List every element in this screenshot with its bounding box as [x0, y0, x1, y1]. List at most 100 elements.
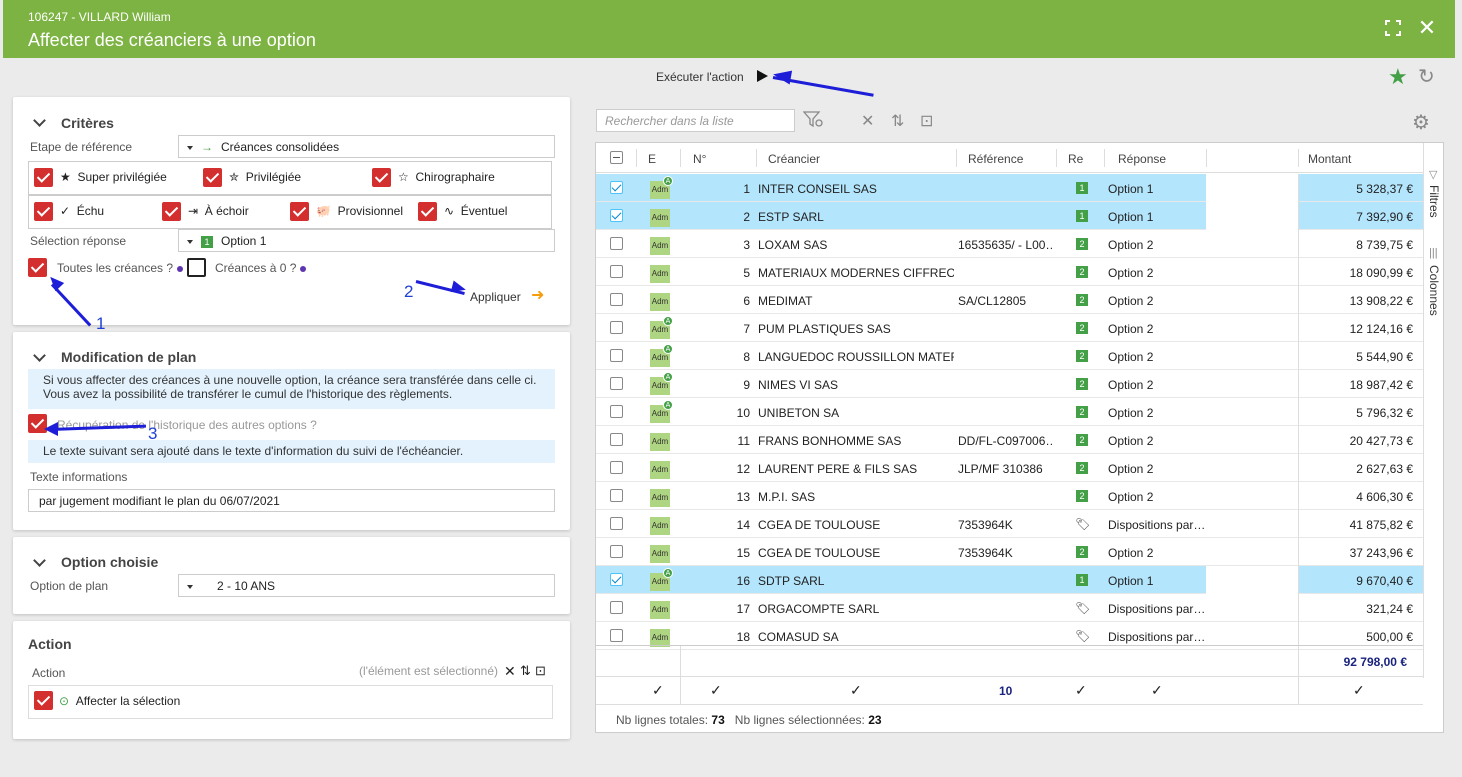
option-badge: 2	[1076, 350, 1088, 362]
arrow-right-icon[interactable]: ➜	[531, 288, 544, 304]
columns-icon[interactable]: |||	[1429, 247, 1438, 259]
row-checkbox[interactable]	[610, 209, 623, 222]
table-row[interactable]: Adm A 10 UNIBETON SA 2 Option 2 5 796,32 €	[596, 398, 1423, 426]
table-row[interactable]: Adm 15 CGEA DE TOULOUSE 7353964K 2 Option 2 37…	[596, 538, 1423, 566]
texte-informations-input[interactable]: par jugement modifiant le plan du 06/07/…	[28, 489, 555, 512]
help-icon[interactable]	[177, 265, 184, 272]
table-row[interactable]: Adm 12 LAURENT PERE & FILS SAS JLP/MF 31038…	[596, 454, 1423, 482]
gear-icon[interactable]: ⚙	[1412, 110, 1430, 135]
header-creancier[interactable]: Créancier	[768, 152, 820, 166]
header-montant[interactable]: Montant	[1308, 152, 1351, 166]
filter-icon[interactable]: ▽	[1429, 168, 1437, 181]
eventuel-checkbox[interactable]	[418, 202, 437, 221]
super-privilegiee-option: ★ Super privilégiée	[60, 170, 167, 184]
play-icon[interactable]	[757, 70, 768, 82]
close-icon[interactable]: ✕	[1415, 16, 1439, 40]
clear-icon[interactable]: ✕	[861, 111, 874, 131]
chevron-down-icon[interactable]	[33, 349, 46, 362]
row-checkbox[interactable]	[610, 349, 623, 362]
table-row[interactable]: Adm 3 LOXAM SAS 16535635/ - L00… 2 Option 2 8 …	[596, 230, 1423, 258]
row-checkbox[interactable]	[610, 433, 623, 446]
row-checkbox[interactable]	[610, 377, 623, 390]
table-row[interactable]: Adm 6 MEDIMAT SA/CL12805 2 Option 2 13 908,22 …	[596, 286, 1423, 314]
table-row[interactable]: Adm 2 ESTP SARL 1 Option 1 7 392,90 €	[596, 202, 1423, 230]
row-checkbox[interactable]	[610, 601, 623, 614]
select-all-icon[interactable]: ⊡	[920, 111, 933, 131]
row-montant: 12 124,16 €	[1349, 322, 1413, 336]
apply-button[interactable]: Appliquer	[470, 290, 521, 304]
adm-badge: Adm	[650, 601, 670, 619]
row-checkbox[interactable]	[610, 629, 623, 642]
row-checkbox[interactable]	[610, 489, 623, 502]
header-reference[interactable]: Référence	[968, 152, 1023, 166]
star-icon[interactable]: ★	[1388, 64, 1408, 90]
table-row[interactable]: Adm A 9 NIMES VI SAS 2 Option 2 18 987,42 €	[596, 370, 1423, 398]
option-de-plan-select[interactable]: 2 - 10 ANS	[178, 574, 555, 597]
colonnes-tab[interactable]: Colonnes	[1427, 265, 1441, 316]
affecter-checkbox[interactable]	[34, 691, 53, 710]
etape-value: Créances consolidées	[221, 140, 340, 154]
row-reponse: Option 2	[1108, 294, 1154, 308]
header-e[interactable]: E	[648, 152, 656, 166]
clear-icon[interactable]: ✕	[504, 663, 516, 680]
affecter-action-item[interactable]: ⊙ Affecter la sélection	[59, 694, 180, 708]
row-checkbox[interactable]	[610, 265, 623, 278]
piggy-bank-icon: 🐖	[316, 204, 331, 218]
header-reponse[interactable]: Réponse	[1118, 152, 1166, 166]
fullscreen-icon[interactable]	[1381, 16, 1405, 40]
a-echoir-checkbox[interactable]	[162, 202, 181, 221]
eventuel-option: ∿ Éventuel	[444, 204, 508, 218]
echu-checkbox[interactable]	[34, 202, 53, 221]
row-checkbox[interactable]	[610, 321, 623, 334]
row-checkbox[interactable]	[610, 545, 623, 558]
table-row[interactable]: Adm 17 ORGACOMPTE SARL 🏷 Dispositions par… 32…	[596, 594, 1423, 622]
selection-reponse-label: Sélection réponse	[30, 234, 127, 248]
provisionnel-checkbox[interactable]	[290, 202, 309, 221]
refresh-icon[interactable]: ↻	[1418, 64, 1435, 89]
table-row[interactable]: Adm A 7 PUM PLASTIQUES SAS 2 Option 2 12 124,1…	[596, 314, 1423, 342]
creances-zero-checkbox[interactable]	[187, 258, 206, 277]
row-checkbox[interactable]	[610, 405, 623, 418]
help-icon[interactable]	[300, 265, 307, 272]
row-montant: 41 875,82 €	[1349, 518, 1413, 532]
select-all-icon[interactable]: ⊡	[535, 663, 546, 679]
row-montant: 5 328,37 €	[1356, 182, 1413, 196]
table-row[interactable]: Adm 14 CGEA DE TOULOUSE 7353964K 🏷 Dispositio…	[596, 510, 1423, 538]
annotation-1: 1	[96, 314, 106, 333]
filter-icon[interactable]	[802, 111, 823, 134]
row-checkbox[interactable]	[610, 181, 623, 194]
search-input[interactable]: Rechercher dans la liste	[596, 109, 795, 132]
privilegiee-checkbox[interactable]	[203, 168, 222, 187]
header-numero[interactable]: N°	[693, 152, 706, 166]
filtres-tab[interactable]: Filtres	[1427, 185, 1441, 218]
texte-informations-label: Texte informations	[30, 470, 128, 484]
table-row[interactable]: Adm A 1 INTER CONSEIL SAS 1 Option 1 5 328,37 …	[596, 174, 1423, 202]
chevron-down-icon[interactable]	[33, 114, 46, 127]
table-row[interactable]: Adm A 8 LANGUEDOC ROUSSILLON MATERI… 2 Option…	[596, 342, 1423, 370]
chevron-down-icon[interactable]	[33, 554, 46, 567]
select-all-checkbox[interactable]	[610, 151, 623, 164]
sort-icon[interactable]: ⇅	[520, 663, 531, 679]
row-checkbox[interactable]	[610, 293, 623, 306]
row-montant: 18 090,99 €	[1349, 266, 1413, 280]
header-re[interactable]: Re	[1068, 152, 1083, 166]
row-checkbox[interactable]	[610, 237, 623, 250]
table-row[interactable]: Adm 13 M.P.I. SAS 2 Option 2 4 606,30 €	[596, 482, 1423, 510]
annotation-arrowhead	[44, 422, 58, 436]
sort-icon[interactable]: ⇅	[891, 111, 904, 131]
row-checkbox[interactable]	[610, 517, 623, 530]
selection-reponse-select[interactable]: 1 Option 1	[178, 229, 555, 252]
toutes-creances-checkbox[interactable]	[28, 258, 47, 277]
chirographaire-checkbox[interactable]	[372, 168, 391, 187]
row-checkbox[interactable]	[610, 461, 623, 474]
execute-action-label[interactable]: Exécuter l'action	[656, 70, 744, 84]
table-row[interactable]: Adm A 16 SDTP SARL 1 Option 1 9 670,40 €	[596, 566, 1423, 594]
tag-icon: 🏷	[1075, 601, 1091, 615]
row-checkbox[interactable]	[610, 573, 623, 586]
star-half-icon: ✮	[229, 170, 240, 184]
table-row[interactable]: Adm 11 FRANS BONHOMME SAS DD/FL-C097006… 2 Op…	[596, 426, 1423, 454]
option-panel: Option choisie Option de plan 2 - 10 ANS	[13, 537, 570, 614]
table-row[interactable]: Adm 5 MATERIAUX MODERNES CIFFREO … 2 Option …	[596, 258, 1423, 286]
super-privilegiee-checkbox[interactable]	[34, 168, 53, 187]
etape-select[interactable]: → Créances consolidées	[178, 135, 555, 158]
